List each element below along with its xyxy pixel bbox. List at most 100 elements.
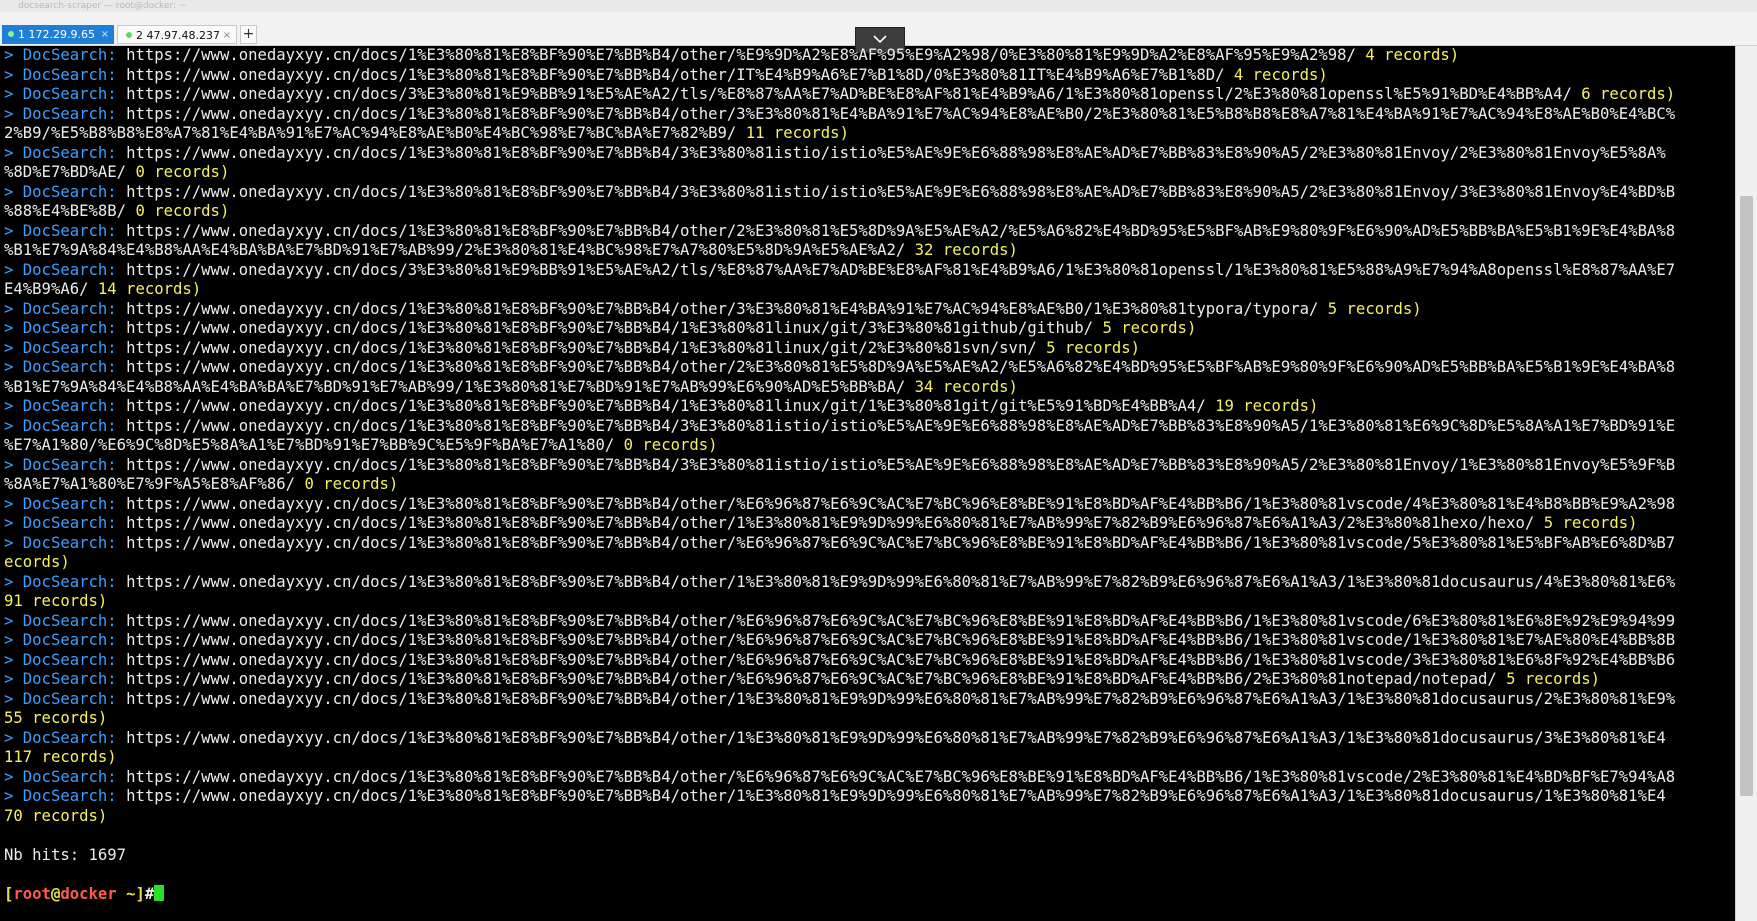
terminal-line: > DocSearch: https://www.onedayxyy.cn/do…	[4, 690, 1735, 710]
terminal-line: > DocSearch: https://www.onedayxyy.cn/do…	[4, 417, 1735, 437]
output-prompt-marker: >	[4, 670, 23, 688]
output-prompt-marker: >	[4, 689, 23, 708]
docsearch-label: DocSearch:	[22, 299, 117, 318]
terminal-line: > DocSearch: https://www.onedayxyy.cn/do…	[4, 495, 1735, 515]
docsearch-label: DocSearch:	[22, 533, 117, 552]
output-prompt-marker: >	[4, 104, 23, 123]
prompt-user: root	[13, 884, 51, 903]
terminal-line: > DocSearch: https://www.onedayxyy.cn/do…	[4, 144, 1735, 164]
terminal-line: > DocSearch: https://www.onedayxyy.cn/do…	[4, 105, 1735, 125]
record-count: 19 records)	[1215, 397, 1319, 415]
output-prompt-marker: >	[4, 787, 23, 805]
docsearch-label: DocSearch:	[22, 319, 117, 337]
output-prompt-marker: >	[4, 319, 23, 337]
docsearch-label: DocSearch:	[22, 182, 117, 201]
session-tab-bar: 1 172.29.9.65 × 2 47.97.48.237 × +	[0, 12, 1757, 53]
indexed-url: https://www.onedayxyy.cn/docs/1%E3%80%81…	[126, 787, 1666, 805]
terminal-line: > DocSearch: https://www.onedayxyy.cn/do…	[4, 261, 1735, 281]
terminal-line: > DocSearch: https://www.onedayxyy.cn/do…	[4, 66, 1735, 86]
docsearch-label: DocSearch:	[22, 787, 117, 805]
output-prompt-marker: >	[4, 455, 23, 474]
terminal-line: > DocSearch: https://www.onedayxyy.cn/do…	[4, 358, 1735, 378]
output-prompt-marker: >	[4, 182, 23, 201]
record-count: 55 records)	[4, 709, 108, 727]
output-prompt-marker: >	[4, 494, 23, 513]
terminal-line: > DocSearch: https://www.onedayxyy.cn/do…	[4, 514, 1735, 534]
close-icon[interactable]: ×	[223, 26, 231, 45]
docsearch-label: DocSearch:	[22, 104, 117, 123]
output-prompt-marker: >	[4, 533, 23, 552]
terminal-line: Nb hits: 1697	[4, 846, 1735, 866]
record-count: 5 records)	[1102, 319, 1197, 337]
indexed-url: https://www.onedayxyy.cn/docs/1%E3%80%81…	[126, 416, 1676, 435]
docsearch-label: DocSearch:	[22, 85, 117, 103]
docsearch-label: DocSearch:	[22, 65, 117, 84]
docsearch-label: DocSearch:	[22, 514, 117, 532]
terminal-line: > DocSearch: https://www.onedayxyy.cn/do…	[4, 222, 1735, 242]
output-prompt-marker: >	[4, 514, 23, 532]
output-prompt-marker: >	[4, 650, 23, 669]
docsearch-label: DocSearch:	[22, 631, 117, 649]
output-prompt-marker: >	[4, 46, 23, 64]
url-continuation: %B1%E7%9A%84%E4%B8%AA%E4%BA%BA%E7%BD%91%…	[4, 377, 906, 396]
output-prompt-marker: >	[4, 85, 23, 103]
scrollbar-thumb[interactable]	[1740, 196, 1753, 796]
record-count: 0 records)	[304, 475, 399, 493]
terminal-line: > DocSearch: https://www.onedayxyy.cn/do…	[4, 319, 1735, 339]
docsearch-label: DocSearch:	[22, 689, 117, 708]
tab-label: 2 47.97.48.237	[136, 29, 220, 42]
terminal-line: > DocSearch: https://www.onedayxyy.cn/do…	[4, 456, 1735, 476]
output-prompt-marker: >	[4, 299, 23, 318]
tab-session-1[interactable]: 1 172.29.9.65 ×	[2, 25, 114, 44]
terminal-line: > DocSearch: https://www.onedayxyy.cn/do…	[4, 631, 1735, 651]
docsearch-label: DocSearch:	[22, 670, 117, 688]
indexed-url: https://www.onedayxyy.cn/docs/1%E3%80%81…	[126, 299, 1319, 318]
url-continuation: %8A%E7%A1%80%E7%9F%A5%E8%AF%86/	[4, 475, 296, 493]
terminal-line: %E7%A1%80/%E6%9C%8D%E5%8A%A1%E7%BD%91%E7…	[4, 436, 1735, 456]
text-cursor	[154, 884, 165, 901]
url-continuation: %E7%A1%80/%E6%9C%8D%E5%8A%A1%E7%BD%91%E7…	[4, 436, 615, 454]
vertical-scrollbar[interactable]	[1735, 46, 1757, 921]
indexed-url: https://www.onedayxyy.cn/docs/1%E3%80%81…	[126, 650, 1676, 669]
indexed-url: https://www.onedayxyy.cn/docs/3%E3%80%81…	[126, 85, 1572, 103]
output-prompt-marker: >	[4, 416, 23, 435]
terminal-line: > DocSearch: https://www.onedayxyy.cn/do…	[4, 46, 1735, 66]
record-count: ecords)	[4, 553, 70, 571]
indexed-url: https://www.onedayxyy.cn/docs/1%E3%80%81…	[126, 494, 1676, 513]
prompt-host: docker	[60, 884, 117, 903]
terminal-line: > DocSearch: https://www.onedayxyy.cn/do…	[4, 534, 1735, 554]
tab-session-2[interactable]: 2 47.97.48.237 ×	[117, 25, 237, 44]
output-prompt-marker: >	[4, 65, 23, 84]
terminal-output[interactable]: > DocSearch: https://www.onedayxyy.cn/do…	[0, 46, 1735, 921]
terminal-line: %B1%E7%9A%84%E4%B8%AA%E4%BA%BA%E7%BD%91%…	[4, 241, 1735, 261]
record-count: 0 records)	[135, 202, 230, 220]
new-tab-button[interactable]: +	[240, 25, 257, 44]
indexed-url: https://www.onedayxyy.cn/docs/1%E3%80%81…	[126, 221, 1676, 240]
close-icon[interactable]: ×	[101, 25, 109, 44]
terminal-line: %B1%E7%9A%84%E4%B8%AA%E4%BA%BA%E7%BD%91%…	[4, 378, 1735, 398]
indexed-url: https://www.onedayxyy.cn/docs/1%E3%80%81…	[126, 514, 1535, 532]
terminal-line: > DocSearch: https://www.onedayxyy.cn/do…	[4, 85, 1735, 105]
record-count: 32 records)	[914, 241, 1018, 259]
record-count: 34 records)	[914, 377, 1018, 396]
shell-prompt[interactable]: [root@docker ~]#	[4, 884, 1735, 905]
indexed-url: https://www.onedayxyy.cn/docs/1%E3%80%81…	[126, 65, 1225, 84]
docsearch-label: DocSearch:	[22, 455, 117, 474]
docsearch-label: DocSearch:	[22, 494, 117, 513]
docsearch-label: DocSearch:	[22, 338, 117, 357]
output-prompt-marker: >	[4, 358, 23, 376]
indexed-url: https://www.onedayxyy.cn/docs/1%E3%80%81…	[126, 397, 1206, 415]
docsearch-label: DocSearch:	[22, 397, 117, 415]
terminal-line: > DocSearch: https://www.onedayxyy.cn/do…	[4, 670, 1735, 690]
plus-icon: +	[242, 26, 255, 42]
terminal-line: 70 records)	[4, 807, 1735, 827]
record-count: 0 records)	[623, 436, 718, 454]
docsearch-label: DocSearch:	[22, 572, 117, 591]
url-continuation: %88%E4%BE%8B/	[4, 202, 127, 220]
record-count: 4 records)	[1365, 46, 1460, 64]
docsearch-label: DocSearch:	[22, 767, 117, 786]
terminal-line: > DocSearch: https://www.onedayxyy.cn/do…	[4, 339, 1735, 359]
output-prompt-marker: >	[4, 631, 23, 649]
indexed-url: https://www.onedayxyy.cn/docs/1%E3%80%81…	[126, 455, 1676, 474]
